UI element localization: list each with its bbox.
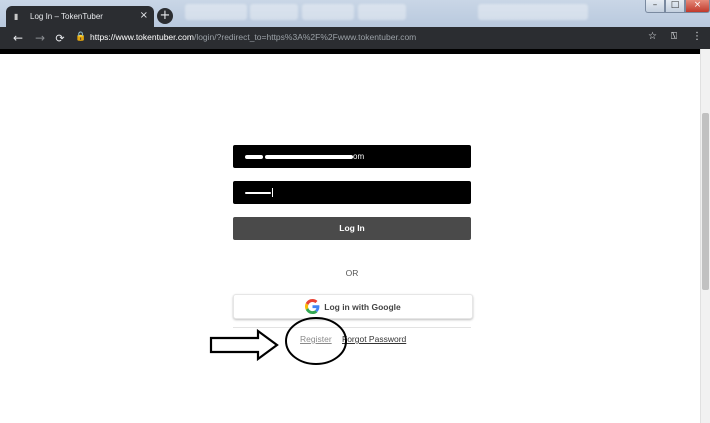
minimize-icon[interactable]: –	[645, 0, 665, 13]
back-icon[interactable]: ←	[9, 31, 27, 45]
url-host: https://www.tokentuber.com	[90, 32, 194, 42]
redacted-text	[245, 191, 271, 194]
email-visible-suffix: om	[353, 152, 365, 161]
email-field[interactable]: om	[233, 145, 471, 168]
bookmark-star-icon[interactable]: ☆	[648, 31, 657, 42]
reload-icon[interactable]: ⟳	[51, 32, 69, 45]
tab-close-icon[interactable]: ×	[140, 10, 148, 21]
maximize-icon[interactable]: □	[665, 0, 685, 13]
page-scrollbar[interactable]	[700, 49, 710, 423]
background-tab[interactable]	[250, 4, 298, 20]
page-header-strip	[0, 49, 700, 54]
text-cursor	[272, 188, 273, 197]
background-tab[interactable]	[185, 4, 247, 20]
window-close-icon[interactable]: ×	[685, 0, 710, 13]
lock-icon[interactable]: 🔒	[75, 32, 86, 42]
form-divider	[233, 327, 471, 328]
background-tab[interactable]	[302, 4, 354, 20]
url-path: /login/?redirect_to=https%3A%2F%2Fwww.to…	[193, 32, 417, 42]
login-button[interactable]: Log In	[233, 217, 471, 240]
google-logo-icon	[305, 299, 320, 314]
google-login-button[interactable]: Log in with Google	[233, 294, 473, 319]
google-login-label: Log in with Google	[324, 301, 401, 312]
extension-icon[interactable]: ⍂	[671, 31, 677, 42]
new-tab-button[interactable]: +	[157, 8, 173, 24]
forgot-password-link[interactable]: Forgot Password	[342, 334, 406, 344]
redacted-text	[265, 154, 353, 159]
tab-title: Log In – TokenTuber	[30, 12, 103, 21]
page-favicon-icon: ▮	[14, 11, 19, 21]
browser-toolbar: ← → ⟳ 🔒 https://www.tokentuber.com/login…	[0, 27, 710, 49]
background-tab[interactable]	[478, 4, 588, 20]
redacted-text	[245, 154, 263, 159]
page-content: om Log In OR Log in with Google Register…	[0, 49, 710, 423]
or-separator: OR	[345, 268, 359, 278]
browser-window: ▮ Log In – TokenTuber × + – □ × ← → ⟳ 🔒 …	[0, 0, 710, 423]
password-field[interactable]	[233, 181, 471, 204]
tab-active[interactable]: ▮ Log In – TokenTuber ×	[6, 6, 154, 27]
background-tab[interactable]	[358, 4, 406, 20]
browser-menu-icon[interactable]: ⋮	[692, 31, 702, 42]
register-link[interactable]: Register	[300, 334, 332, 344]
tab-strip: ▮ Log In – TokenTuber × + – □ ×	[0, 0, 710, 27]
scrollbar-thumb[interactable]	[702, 113, 709, 290]
address-bar[interactable]: https://www.tokentuber.com/login/?redire…	[90, 32, 416, 42]
forward-icon[interactable]: →	[31, 31, 49, 45]
